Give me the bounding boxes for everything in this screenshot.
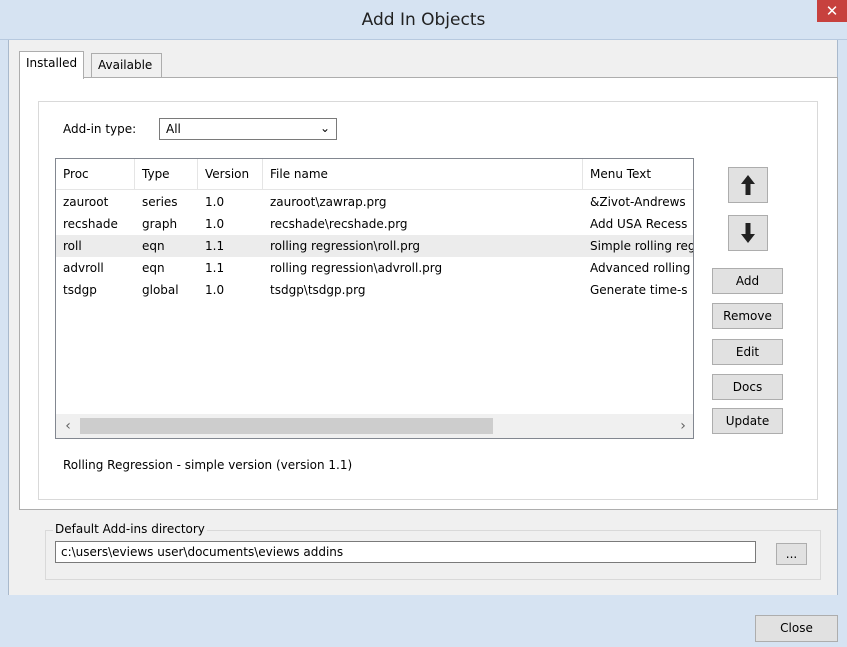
horizontal-scrollbar[interactable]: ‹ › — [56, 414, 693, 438]
table-row[interactable]: recshade graph 1.0 recshade\recshade.prg… — [56, 213, 693, 235]
chevron-down-icon: ⌄ — [319, 121, 330, 135]
cell-proc: roll — [63, 239, 82, 253]
table-row[interactable]: tsdgp global 1.0 tsdgp\tsdgp.prg Generat… — [56, 279, 693, 301]
table-row[interactable]: advroll eqn 1.1 rolling regression\advro… — [56, 257, 693, 279]
cell-version: 1.1 — [205, 261, 225, 275]
scroll-right-icon[interactable]: › — [673, 416, 693, 436]
table-row-selected[interactable]: roll eqn 1.1 rolling regression\roll.prg… — [56, 235, 694, 257]
directory-input[interactable]: c:\users\eviews user\documents\eviews ad… — [55, 541, 756, 563]
column-header-file-name[interactable]: File name — [263, 159, 583, 189]
arrow-up-icon — [741, 175, 755, 195]
addin-type-select[interactable]: All ⌄ — [159, 118, 337, 140]
cell-proc: tsdgp — [63, 283, 97, 297]
directory-group-label: Default Add-ins directory — [53, 522, 207, 536]
cell-proc: zauroot — [63, 195, 109, 209]
cell-file-name: zauroot\zawrap.prg — [270, 195, 387, 209]
column-header-version[interactable]: Version — [198, 159, 263, 189]
cell-version: 1.0 — [205, 217, 225, 231]
cell-menu-text: &Zivot-Andrews — [590, 195, 686, 209]
addins-list[interactable]: Proc Type Version File name Menu Text za… — [55, 158, 694, 439]
close-button[interactable]: Close — [755, 615, 838, 642]
cell-version: 1.0 — [205, 283, 225, 297]
window-close-button[interactable]: ✕ — [817, 0, 847, 22]
docs-button[interactable]: Docs — [712, 374, 783, 400]
update-button[interactable]: Update — [712, 408, 783, 434]
cell-type: global — [142, 283, 179, 297]
cell-proc: advroll — [63, 261, 104, 275]
tab-available[interactable]: Available — [91, 53, 162, 77]
column-header-proc[interactable]: Proc — [56, 159, 135, 189]
arrow-down-icon — [741, 223, 755, 243]
remove-button[interactable]: Remove — [712, 303, 783, 329]
add-button[interactable]: Add — [712, 268, 783, 294]
status-description: Rolling Regression - simple version (ver… — [63, 458, 353, 472]
cell-menu-text: Add USA Recess — [590, 217, 688, 231]
cell-version: 1.0 — [205, 195, 225, 209]
header-divider — [56, 189, 693, 190]
column-header-type[interactable]: Type — [135, 159, 198, 189]
cell-version: 1.1 — [205, 239, 225, 253]
browse-button[interactable]: ... — [776, 543, 807, 565]
move-down-button[interactable] — [728, 215, 768, 251]
tab-installed[interactable]: Installed — [19, 51, 85, 79]
column-header-menu-text[interactable]: Menu Text — [583, 159, 693, 189]
cell-proc: recshade — [63, 217, 118, 231]
move-up-button[interactable] — [728, 167, 768, 203]
scrollbar-thumb[interactable] — [80, 418, 493, 434]
cell-menu-text: Generate time-s — [590, 283, 688, 297]
cell-type: eqn — [142, 261, 165, 275]
cell-file-name: rolling regression\roll.prg — [270, 239, 421, 253]
cell-file-name: recshade\recshade.prg — [270, 217, 408, 231]
cell-menu-text: Advanced rolling — [590, 261, 691, 275]
cell-type: series — [142, 195, 178, 209]
edit-button[interactable]: Edit — [712, 339, 783, 365]
cell-menu-text: Simple rolling reg — [590, 239, 694, 253]
addin-type-label: Add-in type: — [63, 122, 137, 136]
cell-file-name: tsdgp\tsdgp.prg — [270, 283, 366, 297]
table-row[interactable]: zauroot series 1.0 zauroot\zawrap.prg &Z… — [56, 191, 693, 213]
cell-type: eqn — [142, 239, 165, 253]
cell-type: graph — [142, 217, 178, 231]
window-title: Add In Objects — [361, 10, 486, 30]
cell-file-name: rolling regression\advroll.prg — [270, 261, 443, 275]
scroll-left-icon[interactable]: ‹ — [58, 416, 78, 436]
addin-type-value: All — [166, 122, 181, 136]
